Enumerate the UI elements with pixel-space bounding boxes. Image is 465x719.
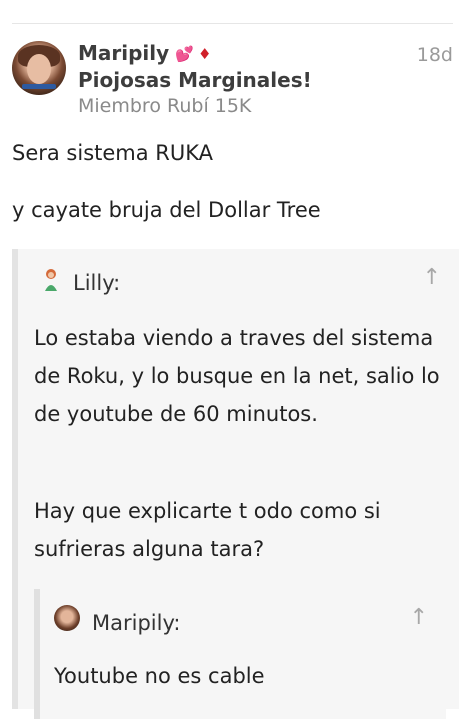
quote-paragraph: Lo estaba viendo a traves del sistema de… [34,326,440,426]
quote-block: Lilly: ↑ Lo estaba viendo a traves del s… [12,249,459,719]
ruby-gem-icon: ♦ [198,45,212,63]
user-rank: Miembro Rubí 15K [78,95,252,117]
avatar[interactable] [54,605,80,631]
user-title: Piojosas Marginales! [78,68,312,92]
post-header: Maripily 💕 ♦ Piojosas Marginales! Miembr… [12,41,453,121]
arrow-up-icon[interactable]: ↑ [423,265,441,290]
arrow-up-icon[interactable]: ↑ [410,605,428,630]
quote-paragraph: Hay que explicarte t odo como si sufrier… [34,499,381,561]
top-divider [12,23,453,24]
nested-quote-author[interactable]: Maripily: [92,611,180,635]
post-body-line: Sera sistema RUKA [12,141,214,165]
quote-author[interactable]: Lilly: [73,271,120,295]
nested-quote-text: Youtube no es cable [54,664,265,688]
lilly-avatar[interactable] [40,267,62,293]
username[interactable]: Maripily [78,41,169,65]
avatar[interactable] [12,41,66,95]
sparkling-heart-icon: 💕 [175,45,194,63]
post-body-line: y cayate bruja del Dollar Tree [12,198,321,222]
post-age[interactable]: 18d [417,44,453,66]
